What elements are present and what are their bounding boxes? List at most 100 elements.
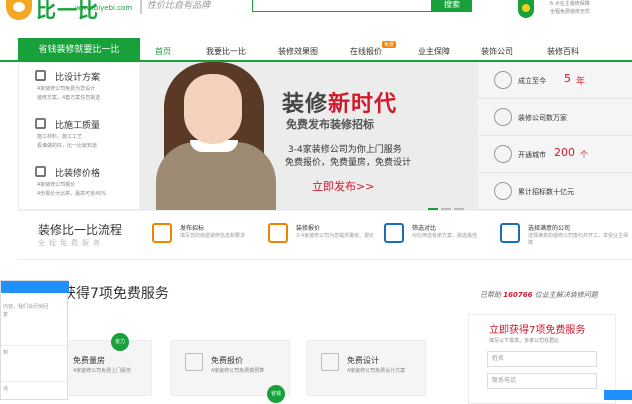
category-desc: 4家装修公司报价 xyxy=(37,182,76,188)
service-tag: 省钱 xyxy=(267,385,285,403)
slogan: 性价比自有品牌 xyxy=(140,0,248,14)
nav-item-home[interactable]: 首页 xyxy=(155,46,171,57)
category-quality[interactable]: 比施工质量 施工材料，施工工艺 看谁做的好，比一比就知道 xyxy=(19,111,141,159)
shield-icon xyxy=(518,0,534,18)
stat-founded: 成立至今 5 年 xyxy=(478,62,632,99)
stat-label: 累计招标数十亿元 xyxy=(518,188,574,196)
name-field[interactable]: 姓名 xyxy=(487,351,597,367)
category-desc: 施工材料，施工工艺 xyxy=(37,134,83,140)
quote-icon xyxy=(268,223,288,243)
services-title: 获得7项免费服务 xyxy=(62,286,169,302)
service-card[interactable]: 免费报价 4家装修公司免费做预算 省钱 xyxy=(170,340,290,403)
category-price[interactable]: 比装修价格 4家装修公司报价 4份报价大比拼，最高可省40% xyxy=(19,159,141,207)
helped-count: 已帮助 160766 位业主解决装修问题 xyxy=(480,291,598,299)
nav-item-compare[interactable]: 我要比一比 xyxy=(206,46,246,57)
banner-line-1: 3-4家装修公司为你上门服务 xyxy=(288,145,402,155)
stat-label: 开通城市 xyxy=(518,151,546,159)
mascot-icon xyxy=(6,0,32,20)
banner-line-2: 免费报价，免费量房，免费设计 xyxy=(285,158,412,168)
banner-headline: 装修新时代 xyxy=(282,92,398,117)
service-desc: 4家装修公司免费设计方案 xyxy=(347,368,406,374)
banner-subhead: 免费发布装修招标 xyxy=(286,118,374,131)
stats-panel: 成立至今 5 年 装修公司数万家 开通城市 200 个 累计招标数十亿元 xyxy=(478,62,632,210)
trophy-icon xyxy=(384,223,404,243)
process-bar: 装修比一比流程 全程免费服务 发布招标 填写您的房屋装修信息和要求 装修报价 3… xyxy=(18,210,632,260)
chat-phone-field[interactable]: 话 xyxy=(1,381,67,395)
chat-widget[interactable]: 内容，我们会尽快回 复 称 话 xyxy=(0,280,69,400)
step-title: 发布招标 xyxy=(180,225,205,232)
brand-domain: www.biyebi.com xyxy=(75,4,133,12)
service-name: 免费设计 xyxy=(347,356,379,365)
nav-item-gallery[interactable]: 装修效果图 xyxy=(278,46,318,57)
price-icon xyxy=(35,166,46,177)
hero-banner[interactable]: 装修新时代 免费发布装修招标 3-4家装修公司为你上门服务 免费报价，免费量房，… xyxy=(140,62,478,210)
top-header: 比一比 www.biyebi.com 性价比自有品牌 搜索 6 大业主装修保障 … xyxy=(0,0,632,36)
logo[interactable]: 比一比 www.biyebi.com xyxy=(0,0,135,22)
step-desc: 填写您的房屋装修信息和要求 xyxy=(180,233,246,239)
coins-icon xyxy=(494,182,512,200)
category-sidebar: 比设计方案 4家装修公司免费为您设计 装修方案，4套方案任您挑选 比施工质量 施… xyxy=(18,62,140,210)
category-design[interactable]: 比设计方案 4家装修公司免费为您设计 装修方案，4套方案任您挑选 xyxy=(19,63,141,111)
chat-float-button[interactable] xyxy=(604,390,632,400)
stat-unit: 年 xyxy=(576,77,586,87)
process-step: 选择满意的公司 选择满意的装修公司签约并开工，享受业主保障 xyxy=(500,211,630,261)
guarantee-line-2: 全程免费装修无忧 xyxy=(550,9,591,15)
nav-item-encyclopedia[interactable]: 装修百科 xyxy=(547,46,579,57)
chat-name-field[interactable]: 称 xyxy=(1,345,67,359)
form-title: 立即获得7项免费服务 xyxy=(489,325,586,336)
category-desc: 装修方案，4套方案任您挑选 xyxy=(37,95,101,101)
location-icon xyxy=(494,145,512,163)
service-desc: 4家装修公司免费上门服务 xyxy=(73,368,132,374)
step-title: 筛选对比 xyxy=(412,225,437,232)
search-input[interactable] xyxy=(252,0,432,12)
service-name: 免费量房 xyxy=(73,356,105,365)
step-desc: 选择满意的装修公司签约并开工，享受业主保障 xyxy=(528,233,629,246)
edit-icon xyxy=(152,223,172,243)
category-desc: 看谁做的好，比一比就知道 xyxy=(37,143,98,149)
chat-text: 复 xyxy=(3,312,9,318)
stat-bids: 累计招标数十亿元 xyxy=(478,173,632,210)
guarantee-badge: 6 大业主装修保障 全程免费装修无忧 xyxy=(518,0,628,20)
category-title: 比设计方案 xyxy=(55,73,101,83)
process-subtitle: 全程免费服务 xyxy=(38,239,104,247)
stat-label: 装修公司数万家 xyxy=(518,114,567,122)
search-button[interactable]: 搜索 xyxy=(432,0,472,12)
quality-icon xyxy=(35,118,46,129)
publish-now-link[interactable]: 立即发布>> xyxy=(312,178,374,194)
step-title: 选择满意的公司 xyxy=(528,225,571,232)
stat-companies: 装修公司数万家 xyxy=(478,99,632,136)
stat-value: 5 xyxy=(564,72,571,85)
carousel-dots[interactable] xyxy=(428,196,467,210)
handshake-icon xyxy=(500,223,520,243)
clock-icon xyxy=(494,71,512,89)
pencil-icon xyxy=(321,353,339,371)
nav-item-companies[interactable]: 装饰公司 xyxy=(481,46,513,57)
process-title: 装修比一比流程 xyxy=(38,223,123,237)
service-desc: 4家装修公司免费做预算 xyxy=(211,368,265,374)
nav-item-quote[interactable]: 在线报价 xyxy=(350,46,382,57)
signup-form: 立即获得7项免费服务 填写以下需求，多家公司任君比 姓名 联系电话 xyxy=(468,314,616,404)
service-name: 免费报价 xyxy=(211,356,243,365)
stat-label: 成立至今 xyxy=(518,77,546,85)
main-nav: 省钱装修就要比一比 首页 我要比一比 装修效果图 在线报价 免费 业主保障 装饰… xyxy=(0,38,632,62)
category-desc: 4家装修公司免费为您设计 xyxy=(37,86,96,92)
step-title: 装修报价 xyxy=(296,225,321,232)
stat-value: 200 xyxy=(554,146,575,159)
model-body xyxy=(156,142,276,210)
service-card[interactable]: 免费设计 4家装修公司免费设计方案 xyxy=(306,340,426,396)
phone-field[interactable]: 联系电话 xyxy=(487,373,597,389)
hot-badge: 免费 xyxy=(382,41,397,48)
category-menu-button[interactable]: 省钱装修就要比一比 xyxy=(18,38,140,62)
service-tag: 省力 xyxy=(111,333,129,351)
stat-unit: 个 xyxy=(580,150,588,159)
step-desc: 对比筛选各家方案，挑选最佳 xyxy=(412,233,478,239)
nav-item-guarantee[interactable]: 业主保障 xyxy=(418,46,450,57)
stat-cities: 开通城市 200 个 xyxy=(478,136,632,173)
chat-header[interactable] xyxy=(1,281,69,293)
process-step: 筛选对比 对比筛选各家方案，挑选最佳 xyxy=(384,211,494,261)
category-desc: 4份报价大比拼，最高可省40% xyxy=(37,191,107,197)
category-title: 比施工质量 xyxy=(55,121,101,131)
process-step: 装修报价 3-4家装修公司为您提供量房、报价 xyxy=(268,211,378,261)
design-icon xyxy=(35,70,46,81)
form-subtitle: 填写以下需求，多家公司任君比 xyxy=(489,338,560,344)
